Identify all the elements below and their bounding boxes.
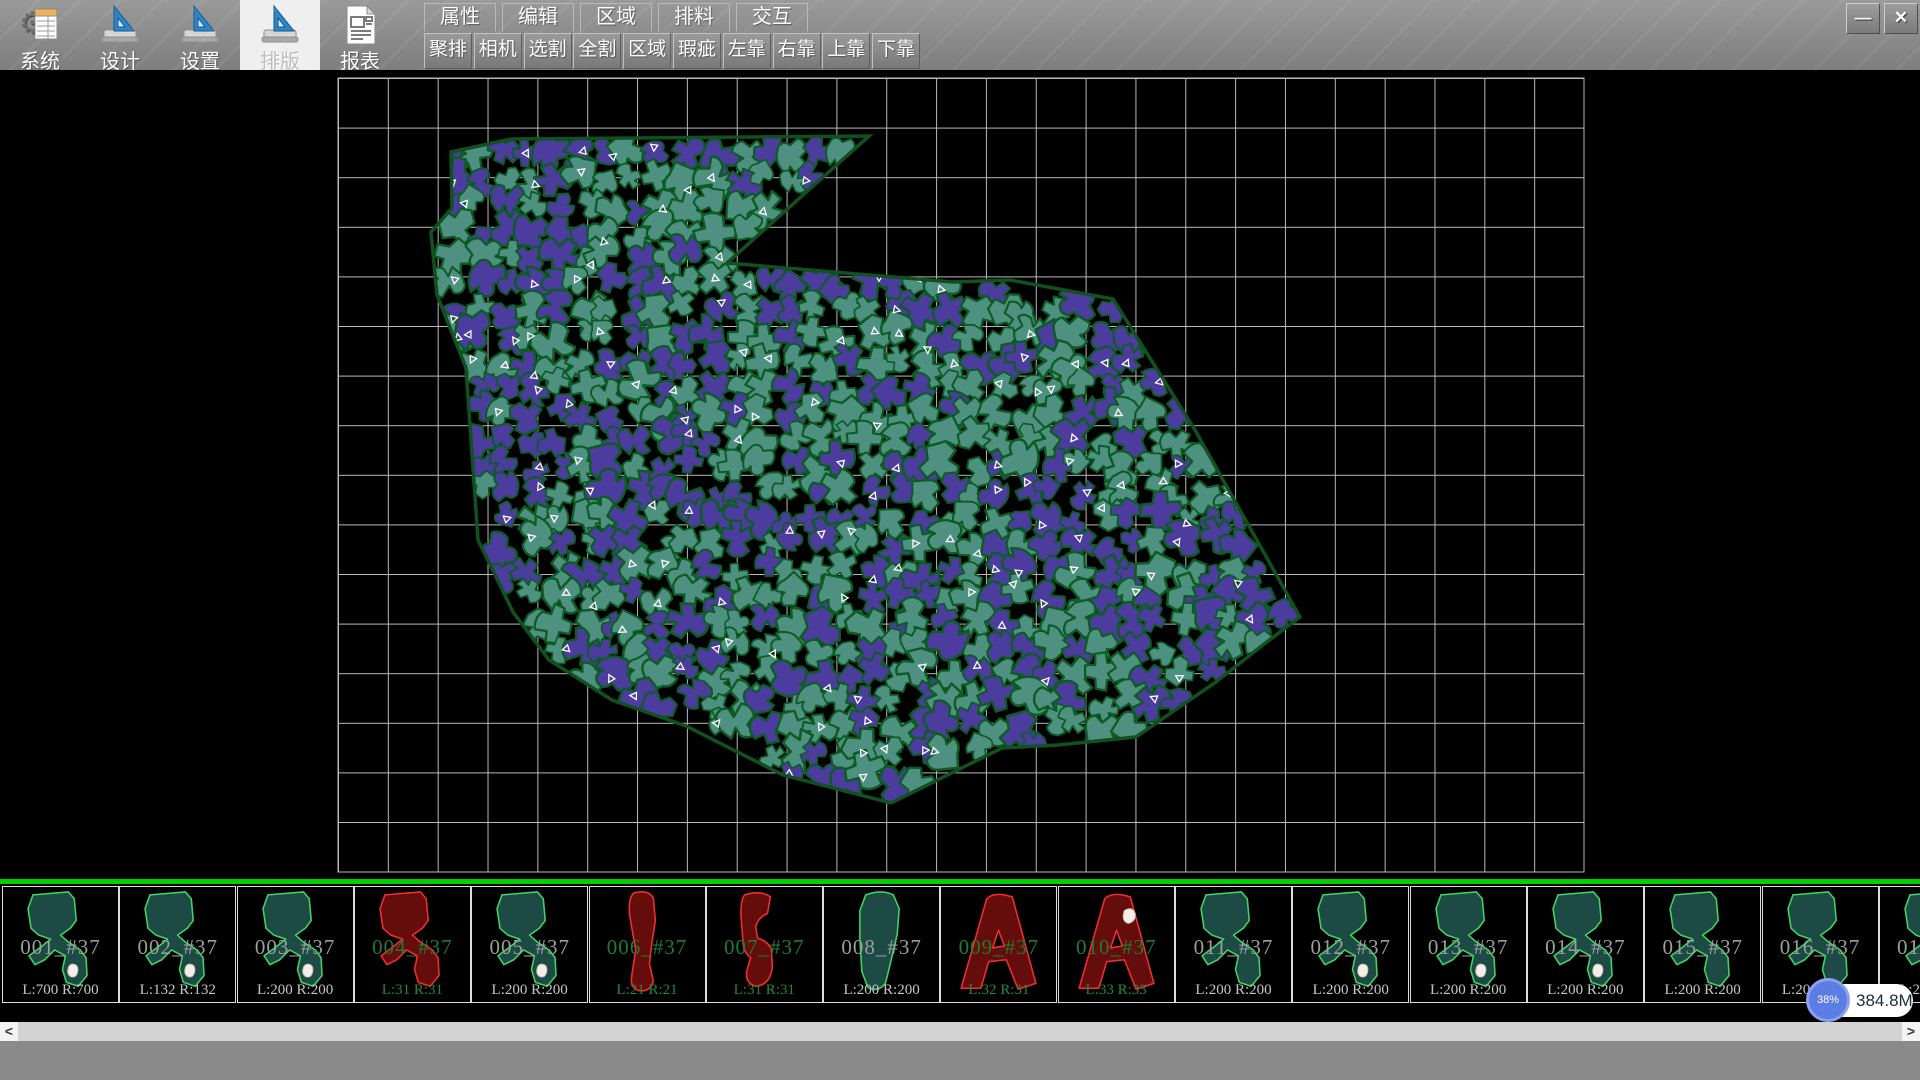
progress-percent-badge: 38% xyxy=(1806,978,1850,1022)
menu-sub-6[interactable]: 瑕疵 xyxy=(673,33,721,69)
report-doc-icon xyxy=(320,3,400,47)
nesting-canvas[interactable] xyxy=(0,70,1920,879)
piece-thumbnail-009_#37[interactable]: 009_#37 L:32 R:31 xyxy=(940,886,1057,1003)
menu-sub-5[interactable]: 区域 xyxy=(623,33,671,69)
piece-thumbnail-003_#37[interactable]: 003_#37 L:200 R:200 xyxy=(237,886,354,1003)
scroll-left-button[interactable]: < xyxy=(0,1022,18,1041)
menu-top-1[interactable]: 属性 xyxy=(424,3,496,32)
toolbar-button-label: 设计 xyxy=(80,45,160,70)
piece-id-label: 004_#37 xyxy=(355,935,470,960)
menu-sub-1[interactable]: 聚排 xyxy=(424,33,472,69)
memory-value-label: 384.8M xyxy=(1856,984,1913,1017)
menu-sub-3[interactable]: 选割 xyxy=(524,33,572,69)
piece-id-label: 005_#37 xyxy=(472,935,587,960)
minimize-button[interactable]: — xyxy=(1846,3,1880,34)
menu-sub-8[interactable]: 右靠 xyxy=(773,33,821,69)
piece-thumbnail-015_#37[interactable]: 015_#37 L:200 R:200 xyxy=(1644,886,1761,1003)
menu-top-5[interactable]: 交互 xyxy=(736,3,808,32)
piece-id-label: 015_#37 xyxy=(1645,935,1760,960)
toolbar-button-label: 报表 xyxy=(320,45,400,70)
toolbar-button-5[interactable]: 报表 xyxy=(320,0,400,70)
nesting-ruler-icon xyxy=(240,3,320,47)
piece-lr-label: L:200 R:200 xyxy=(472,982,587,999)
horizontal-scrollbar[interactable]: < > xyxy=(0,1022,1920,1041)
piece-id-label: 008_#37 xyxy=(824,935,939,960)
piece-lr-label: L:200 R:200 xyxy=(1293,982,1408,999)
piece-thumbnail-008_#37[interactable]: 008_#37 L:200 R:200 xyxy=(823,886,940,1003)
piece-lr-label: L:200 R:200 xyxy=(1645,982,1760,999)
status-bar xyxy=(0,1041,1920,1080)
design-ruler-icon xyxy=(80,3,160,47)
piece-lr-label: L:32 R:31 xyxy=(941,982,1056,999)
scroll-right-button[interactable]: > xyxy=(1902,1022,1920,1041)
piece-id-label: 009_#37 xyxy=(941,935,1056,960)
piece-thumbnail-004_#37[interactable]: 004_#37 L:31 R:31 xyxy=(354,886,471,1003)
menu-top-2[interactable]: 编辑 xyxy=(502,3,574,32)
piece-id-label: 017_#37 xyxy=(1880,935,1920,960)
piece-lr-label: L:700 R:700 xyxy=(3,982,118,999)
piece-id-label: 016_#37 xyxy=(1763,935,1878,960)
piece-lr-label: L:200 R:200 xyxy=(1411,982,1526,999)
menu-sub-7[interactable]: 左靠 xyxy=(723,33,771,69)
toolbar-button-4[interactable]: 排版 xyxy=(240,0,320,70)
settings-ruler-icon xyxy=(160,3,240,47)
piece-lr-label: L:200 R:200 xyxy=(1176,982,1291,999)
toolbar-button-label: 设置 xyxy=(160,45,240,70)
piece-id-label: 001_#37 xyxy=(3,935,118,960)
piece-lr-label: L:31 R:31 xyxy=(355,982,470,999)
menu-top-3[interactable]: 区域 xyxy=(580,3,652,32)
menu-sub-2[interactable]: 相机 xyxy=(474,33,522,69)
menu-sub-9[interactable]: 上靠 xyxy=(822,33,870,69)
piece-lr-label: L:200 R:200 xyxy=(1528,982,1643,999)
piece-id-label: 007_#37 xyxy=(707,935,822,960)
piece-id-label: 013_#37 xyxy=(1411,935,1526,960)
toolbar-button-label: 排版 xyxy=(240,45,320,70)
piece-id-label: 003_#37 xyxy=(238,935,353,960)
menu-top-4[interactable]: 排料 xyxy=(658,3,730,32)
piece-thumbnail-011_#37[interactable]: 011_#37 L:200 R:200 xyxy=(1175,886,1292,1003)
memory-usage-badge: 38% 384.8M xyxy=(1812,984,1913,1017)
piece-thumbnail-005_#37[interactable]: 005_#37 L:200 R:200 xyxy=(471,886,588,1003)
piece-id-label: 012_#37 xyxy=(1293,935,1408,960)
system-gear-icon: ⚙ xyxy=(0,3,80,47)
toolbar-button-label: 系统 xyxy=(0,45,80,70)
close-button[interactable]: ✕ xyxy=(1884,3,1918,34)
piece-lr-label: L:21 R:21 xyxy=(590,982,705,999)
menu-sub-4[interactable]: 全割 xyxy=(573,33,621,69)
nesting-app-window: ⚙系统设计设置排版报表 属性编辑区域排料交互 聚排相机选割全割区域瑕疵左靠右靠上… xyxy=(0,0,1920,1080)
piece-lr-label: L:31 R:31 xyxy=(707,982,822,999)
piece-thumbnail-002_#37[interactable]: 002_#37 L:132 R:132 xyxy=(119,886,236,1003)
piece-thumbnail-012_#37[interactable]: 012_#37 L:200 R:200 xyxy=(1292,886,1409,1003)
piece-thumbnail-010_#37[interactable]: 010_#37 L:33 R:33 xyxy=(1058,886,1175,1003)
piece-thumbnail-013_#37[interactable]: 013_#37 L:200 R:200 xyxy=(1410,886,1527,1003)
toolbar-button-2[interactable]: 设计 xyxy=(80,0,160,70)
piece-thumbnail-001_#37[interactable]: 001_#37 L:700 R:700 xyxy=(2,886,119,1003)
piece-thumbnail-strip[interactable]: 001_#37L:700 R:700002_#37L:132 R:132003_… xyxy=(0,884,1920,1022)
piece-thumbnail-006_#37[interactable]: 006_#37 L:21 R:21 xyxy=(589,886,706,1003)
piece-lr-label: L:200 R:200 xyxy=(238,982,353,999)
piece-id-label: 014_#37 xyxy=(1528,935,1643,960)
piece-thumbnail-014_#37[interactable]: 014_#37 L:200 R:200 xyxy=(1527,886,1644,1003)
piece-id-label: 010_#37 xyxy=(1059,935,1174,960)
piece-id-label: 006_#37 xyxy=(590,935,705,960)
piece-lr-label: L:200 R:200 xyxy=(824,982,939,999)
piece-id-label: 002_#37 xyxy=(120,935,235,960)
toolbar: ⚙系统设计设置排版报表 属性编辑区域排料交互 聚排相机选割全割区域瑕疵左靠右靠上… xyxy=(0,0,1920,70)
piece-id-label: 011_#37 xyxy=(1176,935,1291,960)
toolbar-button-1[interactable]: ⚙系统 xyxy=(0,0,80,70)
piece-thumbnail-007_#37[interactable]: 007_#37 L:31 R:31 xyxy=(706,886,823,1003)
piece-lr-label: L:33 R:33 xyxy=(1059,982,1174,999)
menu-sub-10[interactable]: 下靠 xyxy=(872,33,920,69)
toolbar-button-3[interactable]: 设置 xyxy=(160,0,240,70)
piece-lr-label: L:132 R:132 xyxy=(120,982,235,999)
